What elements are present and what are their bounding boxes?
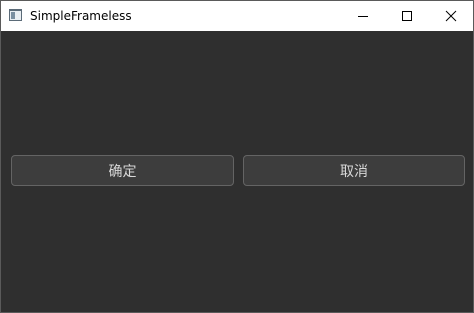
minimize-icon — [358, 16, 368, 17]
maximize-button[interactable] — [385, 1, 429, 31]
close-icon — [445, 10, 457, 22]
ok-button[interactable]: 确定 — [11, 155, 234, 186]
close-button[interactable] — [429, 1, 473, 31]
cancel-button[interactable]: 取消 — [243, 155, 465, 186]
main-window: SimpleFrameless 确定 取消 — [0, 0, 474, 313]
title-bar[interactable]: SimpleFrameless — [1, 1, 473, 31]
minimize-button[interactable] — [341, 1, 385, 31]
window-title: SimpleFrameless — [30, 9, 132, 23]
app-window-icon — [9, 9, 22, 21]
maximize-icon — [402, 11, 412, 21]
